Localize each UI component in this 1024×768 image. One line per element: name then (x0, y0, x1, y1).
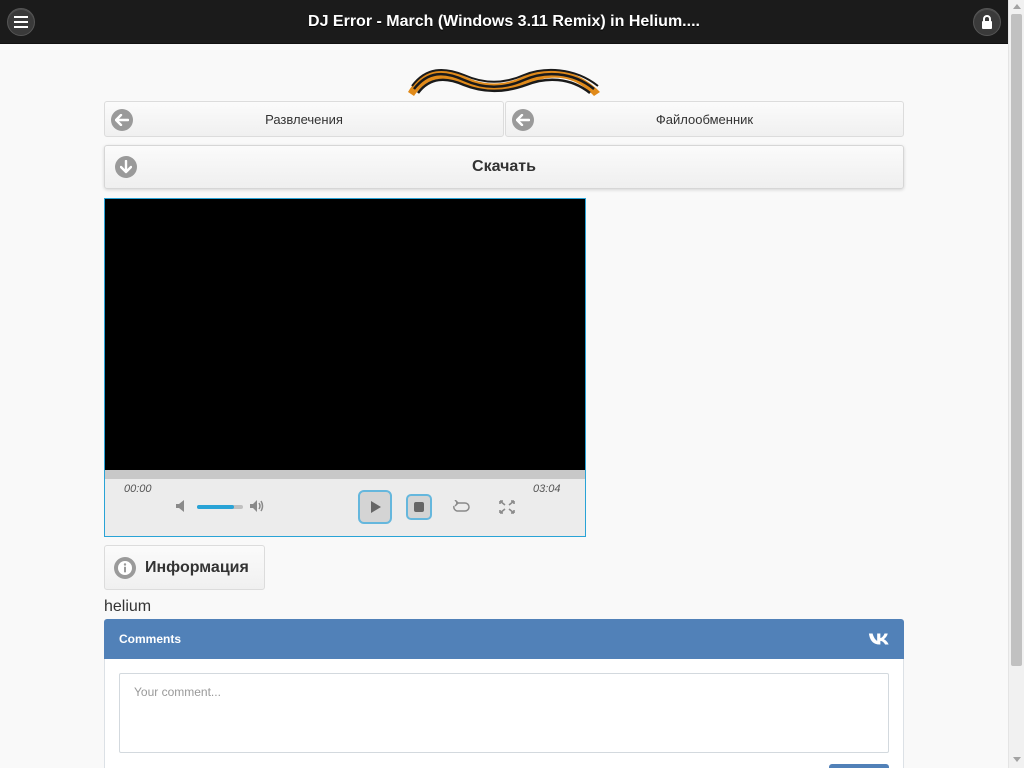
info-button[interactable]: Информация (104, 545, 265, 590)
hamburger-icon (14, 16, 28, 28)
audio-player: 00:00 03:04 (104, 198, 586, 537)
duration-time: 03:04 (533, 483, 561, 495)
play-icon (371, 501, 381, 513)
comments-body (104, 659, 904, 768)
fullscreen-button[interactable] (496, 496, 518, 518)
repeat-button[interactable] (450, 496, 472, 518)
lock-button[interactable] (973, 8, 1001, 36)
volume-slider-fill (197, 505, 234, 509)
mute-icon[interactable] (174, 498, 190, 514)
download-button[interactable]: Скачать (104, 145, 904, 189)
track-description: helium (104, 598, 152, 615)
fullscreen-icon (499, 500, 515, 514)
scroll-up-arrow[interactable] (1013, 4, 1021, 9)
stop-icon (414, 502, 424, 512)
arrow-left-icon (512, 109, 534, 131)
vk-logo-icon[interactable] (868, 629, 890, 649)
scroll-down-arrow[interactable] (1013, 757, 1021, 762)
arrow-left-icon (111, 109, 133, 131)
page-scrollbar[interactable] (1008, 0, 1024, 768)
info-icon (114, 557, 136, 579)
header-bar: DJ Error - March (Windows 3.11 Remix) in… (0, 0, 1008, 44)
current-time: 00:00 (124, 483, 152, 495)
page-title: DJ Error - March (Windows 3.11 Remix) in… (308, 12, 700, 30)
arrow-down-icon (115, 156, 137, 178)
menu-button[interactable] (7, 8, 35, 36)
player-screen[interactable] (105, 199, 585, 470)
scrollbar-thumb[interactable] (1011, 14, 1022, 666)
stop-button[interactable] (406, 494, 432, 520)
volume-slider[interactable] (197, 505, 243, 509)
nav-fileshare-label: Файлообменник (655, 111, 754, 127)
nav-entertainment-button[interactable]: Развлечения (104, 101, 504, 137)
download-label: Скачать (472, 158, 536, 175)
info-label: Информация (145, 558, 249, 576)
seek-bar[interactable] (105, 470, 585, 479)
comments-title: Comments (119, 632, 182, 646)
play-button[interactable] (358, 490, 392, 524)
comments-header: Comments (104, 619, 904, 659)
nav-fileshare-button[interactable]: Файлообменник (505, 101, 904, 137)
repeat-icon (453, 500, 470, 512)
lock-icon (982, 15, 992, 29)
comment-input[interactable] (119, 673, 889, 753)
player-controls: 00:00 03:04 (105, 470, 585, 536)
ribbon-logo (408, 68, 600, 96)
volume-max-icon[interactable] (249, 498, 265, 514)
nav-entertainment-label: Развлечения (265, 111, 343, 127)
submit-comment-button[interactable] (829, 764, 889, 768)
